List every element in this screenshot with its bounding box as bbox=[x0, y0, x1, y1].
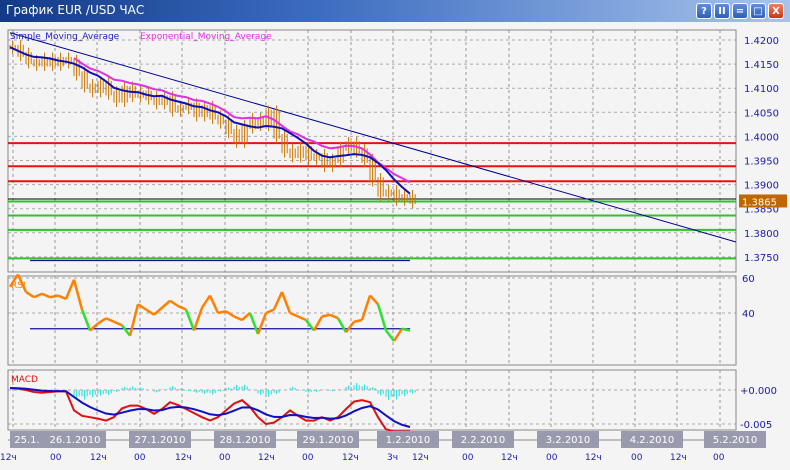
rsi-label: RSI bbox=[11, 281, 26, 291]
time-label: 00 bbox=[546, 453, 558, 463]
rsi-segment bbox=[353, 318, 363, 323]
rsi-segment bbox=[49, 294, 59, 299]
price-tick-label: 1.3950 bbox=[744, 157, 779, 168]
window-title: График EUR /USD ЧАС bbox=[6, 3, 145, 17]
date-label: 28.1.2010 bbox=[220, 435, 271, 446]
time-label: 00 bbox=[462, 453, 474, 463]
date-label: 1.2.2010 bbox=[386, 435, 431, 446]
date-label: 26.1.2010 bbox=[50, 435, 101, 446]
close-button[interactable]: X bbox=[768, 3, 784, 19]
window-controls: ? II = □ X bbox=[696, 3, 784, 19]
time-label: 00 bbox=[134, 453, 146, 463]
time-label: 12ч bbox=[175, 453, 192, 463]
window-titlebar: График EUR /USD ЧАС ? II = □ X bbox=[0, 0, 790, 22]
price-tick-label: 1.3900 bbox=[744, 181, 779, 192]
rsi-segment bbox=[217, 310, 227, 315]
time-label: 12ч bbox=[0, 453, 17, 463]
price-tick-label: 1.4200 bbox=[744, 36, 779, 47]
maximize-button[interactable]: □ bbox=[750, 3, 766, 19]
rsi-segment bbox=[321, 313, 331, 318]
date-label: 3.2.2010 bbox=[546, 435, 591, 446]
date-label: 29.1.2010 bbox=[303, 435, 354, 446]
time-label: 00 bbox=[50, 453, 62, 463]
time-label: 00 bbox=[631, 453, 643, 463]
time-label: 12ч bbox=[90, 453, 107, 463]
price-tick-label: 1.4100 bbox=[744, 84, 779, 95]
time-label: 12ч bbox=[342, 453, 359, 463]
price-tick-label: 1.3750 bbox=[744, 253, 779, 264]
time-label: 12ч bbox=[501, 453, 518, 463]
date-label: 25.1. bbox=[14, 435, 39, 446]
current-price-label: 1.3865 bbox=[742, 197, 777, 208]
macd-label: MACD bbox=[11, 375, 38, 385]
time-label: 12ч bbox=[670, 453, 687, 463]
time-label: 00 bbox=[302, 453, 314, 463]
pause-button[interactable]: II bbox=[714, 3, 730, 19]
date-label: 2.2.2010 bbox=[461, 435, 506, 446]
rsi-tick-label: 60 bbox=[742, 274, 755, 285]
time-label: 00 bbox=[219, 453, 231, 463]
price-tick-label: 1.3800 bbox=[744, 229, 779, 240]
date-label: 5.2.2010 bbox=[713, 435, 758, 446]
time-label: 3ч bbox=[387, 453, 398, 463]
time-label: 00 bbox=[713, 453, 725, 463]
time-label: 12ч bbox=[585, 453, 602, 463]
minimize-button[interactable]: = bbox=[732, 3, 748, 19]
date-label: 27.1.2010 bbox=[135, 435, 186, 446]
price-tick-label: 1.4000 bbox=[744, 132, 779, 143]
macd-tick-label: -0.005 bbox=[740, 420, 772, 431]
time-label: 12ч bbox=[258, 453, 275, 463]
rsi-tick-label: 40 bbox=[742, 309, 755, 320]
rsi-segment bbox=[401, 327, 411, 332]
date-label: 4.2.2010 bbox=[630, 435, 675, 446]
time-label: 12ч bbox=[412, 453, 429, 463]
macd-tick-label: +0.000 bbox=[740, 386, 777, 397]
price-tick-label: 1.4150 bbox=[744, 60, 779, 71]
help-button[interactable]: ? bbox=[696, 3, 712, 19]
chart-canvas[interactable]: Simple_Moving_Average Exponential_Moving… bbox=[0, 22, 790, 470]
sma-legend: Simple_Moving_Average bbox=[10, 32, 120, 42]
ema-legend: Exponential_Moving_Average bbox=[140, 32, 272, 42]
price-tick-label: 1.4050 bbox=[744, 108, 779, 119]
